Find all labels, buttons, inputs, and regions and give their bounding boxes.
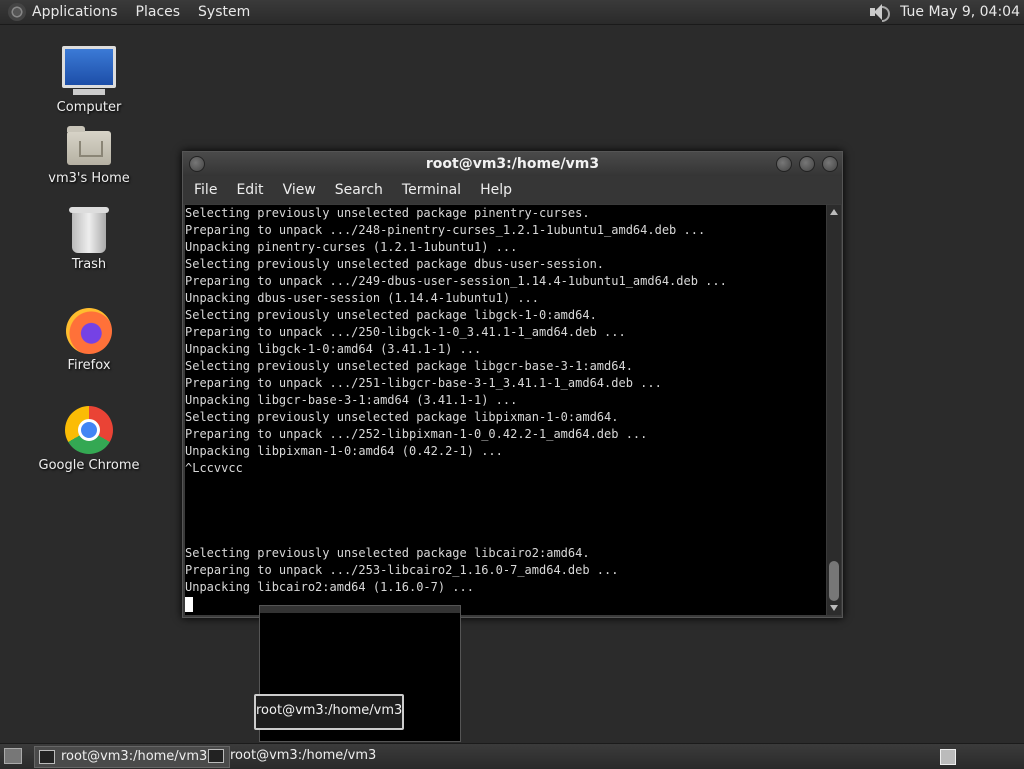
computer-icon	[62, 46, 116, 95]
desktop-icon-label: Firefox	[67, 358, 111, 373]
terminal-line: Preparing to unpack .../251-libgcr-base-…	[185, 376, 662, 390]
terminal-line: ^Lccvvcc	[185, 461, 243, 475]
window-menu-button[interactable]	[189, 156, 205, 172]
terminal-cursor	[185, 597, 193, 612]
terminal-icon	[208, 749, 224, 763]
vertical-scrollbar[interactable]	[827, 205, 841, 615]
taskbar-item[interactable]: root@vm3:/home/vm3	[34, 746, 230, 768]
taskbar-item-label: root@vm3:/home/vm3	[61, 749, 208, 764]
terminal-icon	[39, 750, 55, 764]
terminal-line: Unpacking libcairo2:amd64 (1.16.0-7) ...	[185, 580, 474, 594]
chrome-icon	[65, 406, 113, 454]
desktop-icon-label: Computer	[56, 100, 122, 115]
scroll-up-arrow-icon[interactable]	[830, 209, 838, 215]
menu-terminal[interactable]: Terminal	[402, 182, 461, 198]
desktop-icon-chrome[interactable]: Google Chrome	[34, 406, 144, 473]
taskbar-tooltip: root@vm3:/home/vm3	[254, 694, 404, 730]
desktop-icon-home[interactable]: vm3's Home	[34, 126, 144, 186]
top-panel: Applications Places System Tue May 9, 04…	[0, 0, 1024, 25]
terminal-line: Selecting previously unselected package …	[185, 308, 597, 322]
menu-applications[interactable]: Applications	[32, 4, 118, 20]
desktop-icon-firefox[interactable]: Firefox	[34, 308, 144, 373]
menu-search[interactable]: Search	[335, 182, 383, 198]
terminal-line: Selecting previously unselected package …	[185, 257, 605, 271]
scroll-down-arrow-icon[interactable]	[830, 605, 838, 611]
desktop-icon-label: Google Chrome	[38, 458, 140, 473]
clock[interactable]: Tue May 9, 04:04	[900, 4, 1020, 20]
taskbar-item[interactable]: root@vm3:/home/vm3	[204, 746, 398, 766]
terminal-line: Selecting previously unselected package …	[185, 206, 590, 220]
terminal-line: Unpacking dbus-user-session (1.14.4-1ubu…	[185, 291, 540, 305]
terminal-line: Preparing to unpack .../252-libpixman-1-…	[185, 427, 648, 441]
menu-view[interactable]: View	[283, 182, 316, 198]
preview-menubar	[260, 606, 460, 613]
terminal-line: Preparing to unpack .../248-pinentry-cur…	[185, 223, 706, 237]
menubar: File Edit View Search Terminal Help	[183, 176, 842, 204]
terminal-line: Preparing to unpack .../253-libcairo2_1.…	[185, 563, 619, 577]
speaker-icon[interactable]	[868, 2, 891, 22]
bottom-panel: root@vm3:/home/vm3 root@vm3:/home/vm3	[0, 743, 1024, 769]
menu-system[interactable]: System	[198, 4, 250, 20]
terminal-window[interactable]: root@vm3:/home/vm3 File Edit View Search…	[182, 151, 843, 618]
taskbar-item-label: root@vm3:/home/vm3	[230, 748, 377, 763]
desktop-icon-label: vm3's Home	[48, 171, 130, 186]
terminal-line: Unpacking libgck-1-0:amd64 (3.41.1-1) ..…	[185, 342, 482, 356]
terminal-line: Preparing to unpack .../249-dbus-user-se…	[185, 274, 727, 288]
trash-icon	[69, 207, 109, 253]
terminal-line: Selecting previously unselected package …	[185, 359, 633, 373]
terminal-line: Unpacking libgcr-base-3-1:amd64 (3.41.1-…	[185, 393, 518, 407]
workspace-switcher[interactable]	[940, 749, 956, 765]
menu-places[interactable]: Places	[136, 4, 181, 20]
desktop-icon-trash[interactable]: Trash	[34, 207, 144, 272]
terminal-line: Unpacking libpixman-1-0:amd64 (0.42.2-1)…	[185, 444, 503, 458]
gnome-foot-icon[interactable]	[8, 3, 26, 21]
terminal-output[interactable]: Selecting previously unselected package …	[185, 205, 826, 615]
desktop-icon-computer[interactable]: Computer	[34, 46, 144, 115]
firefox-icon	[66, 308, 112, 354]
minimize-button[interactable]	[776, 156, 792, 172]
terminal-line: Selecting previously unselected package …	[185, 410, 619, 424]
show-desktop-icon[interactable]	[4, 748, 22, 764]
terminal-line: Preparing to unpack .../250-libgck-1-0_3…	[185, 325, 626, 339]
menu-edit[interactable]: Edit	[236, 182, 263, 198]
menu-help[interactable]: Help	[480, 182, 512, 198]
menu-file[interactable]: File	[194, 182, 217, 198]
maximize-button[interactable]	[799, 156, 815, 172]
desktop-icon-label: Trash	[71, 257, 107, 272]
window-title: root@vm3:/home/vm3	[425, 156, 600, 172]
scrollbar-thumb[interactable]	[829, 561, 839, 601]
terminal-line: Selecting previously unselected package …	[185, 546, 590, 560]
terminal-line: Unpacking pinentry-curses (1.2.1-1ubuntu…	[185, 240, 518, 254]
window-titlebar[interactable]: root@vm3:/home/vm3	[183, 152, 842, 176]
home-folder-icon	[67, 126, 111, 165]
close-button[interactable]	[822, 156, 838, 172]
